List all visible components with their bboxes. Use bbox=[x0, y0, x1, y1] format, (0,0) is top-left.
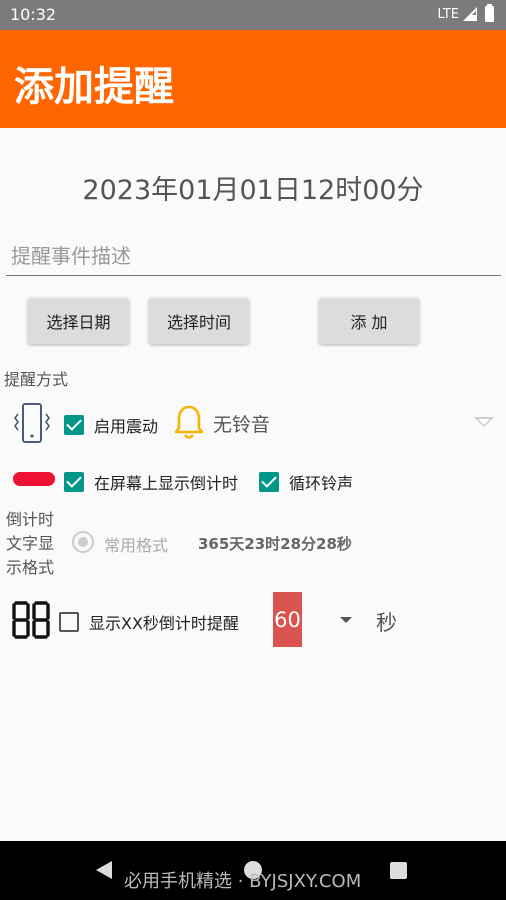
show-countdown-checkbox[interactable] bbox=[64, 472, 84, 492]
xx-seconds-option[interactable]: 显示XX秒倒计时提醒 bbox=[59, 610, 239, 634]
loop-ringtone-checkbox[interactable] bbox=[259, 472, 279, 492]
xx-seconds-label: 显示XX秒倒计时提醒 bbox=[89, 614, 239, 633]
vibrate-checkbox[interactable] bbox=[64, 415, 84, 435]
loop-ringtone-label: 循环铃声 bbox=[289, 474, 354, 493]
vibrate-label: 启用震动 bbox=[94, 417, 159, 436]
countdown-sample-text: 365天23时28分28秒 bbox=[198, 535, 352, 553]
chevron-down-icon[interactable] bbox=[474, 417, 494, 427]
event-description-input[interactable] bbox=[6, 236, 501, 276]
status-bar: 10:32 LTE bbox=[0, 0, 506, 30]
common-format-radio[interactable] bbox=[72, 531, 94, 553]
show-countdown-option[interactable]: 在屏幕上显示倒计时 bbox=[64, 470, 238, 494]
seven-segment-icon bbox=[12, 601, 50, 639]
back-icon[interactable] bbox=[96, 861, 112, 879]
countdown-format-label: 倒计时文字显示格式 bbox=[6, 510, 55, 577]
reminder-method-label: 提醒方式 bbox=[4, 370, 69, 389]
navigation-bar: 必用手机精选 · BYJSJXY.COM bbox=[0, 841, 506, 900]
bell-icon bbox=[174, 405, 204, 439]
show-countdown-label: 在屏幕上显示倒计时 bbox=[94, 474, 239, 493]
ringtone-selector[interactable]: 无铃音 bbox=[213, 410, 270, 437]
recent-apps-icon[interactable] bbox=[390, 862, 407, 879]
common-format-label: 常用格式 bbox=[104, 536, 169, 555]
add-button[interactable]: 添 加 bbox=[319, 298, 419, 344]
xx-seconds-checkbox[interactable] bbox=[59, 612, 79, 632]
status-time: 10:32 bbox=[10, 5, 57, 24]
watermark: 必用手机精选 · BYJSJXY.COM bbox=[124, 871, 362, 892]
select-time-button[interactable]: 选择时间 bbox=[149, 298, 249, 344]
battery-icon bbox=[485, 4, 494, 22]
vibrate-option[interactable]: 启用震动 bbox=[64, 413, 158, 437]
seconds-value-box[interactable]: 60 bbox=[273, 592, 302, 647]
signal-icon bbox=[463, 7, 477, 21]
loop-ringtone-option[interactable]: 循环铃声 bbox=[259, 470, 353, 494]
status-icons: LTE bbox=[437, 4, 494, 22]
seconds-dropdown-icon[interactable] bbox=[340, 617, 352, 623]
phone-vibrate-icon bbox=[14, 403, 50, 443]
app-bar: 添加提醒 bbox=[0, 30, 506, 128]
selected-datetime: 2023年01月01日12时00分 bbox=[82, 175, 424, 206]
select-date-button[interactable]: 选择日期 bbox=[28, 298, 129, 344]
page-title: 添加提醒 bbox=[14, 64, 174, 110]
pill-indicator-icon bbox=[13, 472, 55, 486]
seconds-unit-label: 秒 bbox=[376, 611, 397, 635]
network-type: LTE bbox=[437, 6, 459, 22]
